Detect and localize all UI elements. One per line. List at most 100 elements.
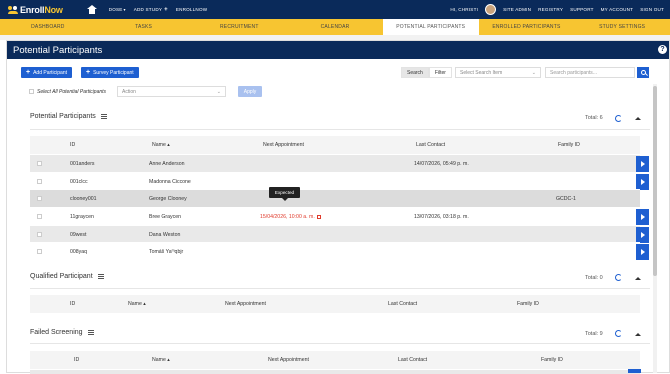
search-input[interactable]: Search participants... [545, 67, 635, 78]
table-row[interactable]: 09west Dana Weston [30, 224, 649, 243]
row-id: 09west [70, 231, 87, 238]
select-all-checkbox[interactable] [29, 89, 34, 94]
open-row-button[interactable] [636, 226, 649, 243]
support-link[interactable]: SUPPORT [570, 7, 594, 12]
refresh-icon[interactable] [615, 330, 622, 337]
tab-dashboard[interactable]: DASHBOARD [0, 19, 96, 35]
my-account-link[interactable]: MY ACCOUNT [601, 7, 634, 12]
tab-tasks[interactable]: TASKS [96, 19, 192, 35]
search-item-select[interactable]: Select Search Item ⌄ [455, 67, 541, 78]
greeting: HI, CHRISTI [450, 7, 479, 12]
col-id[interactable]: ID [70, 301, 75, 307]
row-last-contact: 14/07/2026, 05:49 p. m. [414, 161, 469, 167]
row-checkbox[interactable] [37, 196, 42, 202]
potential-table: ID Name ▴ Next Appointment Last Contact … [30, 136, 649, 261]
plus-icon: + [26, 69, 31, 76]
scrollbar-thumb[interactable] [653, 86, 657, 276]
tab-calendar[interactable]: CALENDAR [287, 19, 383, 35]
row-name: Madonna Ciccone [149, 178, 191, 185]
apply-button[interactable]: Apply [238, 86, 262, 97]
collapse-icon[interactable] [635, 117, 641, 120]
row-last-contact: 13/07/2026, 03:18 p. m. [414, 214, 469, 221]
page-title: Potential Participants [13, 44, 103, 56]
scrollbar[interactable] [653, 84, 657, 373]
table-row[interactable]: 001clcc Madonna Ciccone [30, 171, 649, 190]
home-icon[interactable] [86, 5, 97, 14]
row-checkbox[interactable] [37, 178, 42, 184]
col-last-contact[interactable]: Last Contact [416, 142, 445, 148]
section-qualified-header: Qualified Participant [30, 273, 104, 280]
col-name[interactable]: Name ▴ [128, 301, 146, 307]
tab-recruitment[interactable]: RECRUITMENT [191, 19, 287, 35]
table-row[interactable]: 11graycen Bree Graycen 15/04/2026, 10:00… [30, 207, 649, 226]
open-row-button[interactable] [636, 209, 649, 226]
add-participant-button[interactable]: + Add Participant [21, 67, 73, 78]
section-qualified-title: Qualified Participant [30, 273, 93, 280]
col-last-contact[interactable]: Last Contact [388, 301, 417, 307]
tab-study-settings[interactable]: STUDY SETTINGS [574, 19, 670, 35]
search-toggle[interactable]: Search [401, 67, 429, 78]
failed-total: Total: 9 [585, 331, 603, 337]
col-last-contact[interactable]: Last Contact [398, 357, 427, 363]
enrollnow-logo[interactable]: Enroll Now [8, 5, 63, 15]
col-next-appointment[interactable]: Next Appointment [225, 301, 266, 307]
col-family-id[interactable]: Family ID [558, 142, 580, 148]
row-checkbox[interactable] [37, 161, 42, 166]
row-name: Dana Weston [149, 231, 181, 238]
action-select[interactable]: Action ⌄ [117, 86, 226, 97]
open-row-button[interactable] [636, 244, 649, 261]
avatar[interactable] [485, 4, 497, 15]
divider [30, 343, 650, 344]
col-id[interactable]: ID [70, 142, 75, 148]
page-title-bar: Potential Participants [7, 41, 669, 59]
calendar-icon [316, 214, 321, 219]
qualified-table: ID Name ▴ Next Appointment Last Contact … [30, 295, 640, 313]
table-row[interactable]: clooney001 George Clooney GCDC-1 [30, 189, 640, 208]
open-row-button[interactable] [628, 369, 641, 373]
open-row-button[interactable] [636, 173, 649, 190]
collapse-icon[interactable] [635, 333, 641, 336]
col-id[interactable]: ID [74, 357, 79, 363]
row-family-id: GCDC-1 [556, 196, 576, 203]
collapse-icon[interactable] [635, 277, 641, 280]
list-icon[interactable] [87, 330, 94, 335]
divider [30, 129, 650, 130]
row-id: 001clcc [70, 178, 88, 185]
list-icon[interactable] [97, 274, 104, 279]
dose-menu[interactable]: DOSE▾ [109, 7, 126, 12]
enrollnow-link[interactable]: ENROLLNOW [176, 7, 207, 12]
col-family-id[interactable]: Family ID [541, 357, 563, 363]
open-row-button[interactable] [636, 156, 649, 172]
row-next-appointment[interactable]: 15/04/2026, 10:00 a. m. [260, 214, 321, 220]
tab-potential-participants[interactable]: POTENTIAL PARTICIPANTS [382, 19, 479, 35]
refresh-icon[interactable] [615, 274, 622, 281]
row-id: 008yaq [70, 249, 88, 256]
help-icon[interactable]: ? [658, 45, 667, 54]
row-id: 001anders [70, 161, 95, 167]
col-name[interactable]: Name ▴ [152, 357, 170, 363]
survey-participant-button[interactable]: + Survey Participant [81, 67, 139, 78]
refresh-icon[interactable] [615, 115, 622, 122]
potential-total: Total: 6 [585, 115, 603, 121]
row-checkbox[interactable] [37, 249, 42, 255]
col-name[interactable]: Name ▴ [152, 142, 170, 148]
table-row[interactable]: 001anders Anne Anderson 14/07/2026, 05:4… [30, 154, 649, 172]
site-admin-link[interactable]: SITE ADMIN [503, 7, 531, 12]
tab-enrolled-participants[interactable]: ENROLLED PARTICIPANTS [479, 19, 575, 35]
col-next-appointment[interactable]: Next Appointment [263, 142, 304, 148]
select-all-label: Select All Potential Participants [37, 89, 107, 95]
col-next-appointment[interactable]: Next Appointment [268, 357, 309, 363]
filter-toggle[interactable]: Filter [428, 67, 452, 78]
play-arrow-icon [640, 231, 645, 238]
row-checkbox[interactable] [37, 231, 42, 237]
table-row[interactable] [30, 369, 640, 374]
table-row[interactable]: 008yaq Tomáš Yaᵐqbjr [30, 242, 649, 261]
chevron-down-icon: ⌄ [531, 69, 536, 76]
registry-link[interactable]: REGISTRY [538, 7, 563, 12]
search-button[interactable] [637, 67, 649, 78]
row-checkbox[interactable] [37, 214, 42, 220]
sign-out-link[interactable]: SIGN OUT [640, 7, 664, 12]
add-study-link[interactable]: ADD STUDY + [134, 7, 168, 13]
list-icon[interactable] [100, 114, 107, 119]
col-family-id[interactable]: Family ID [517, 301, 539, 307]
